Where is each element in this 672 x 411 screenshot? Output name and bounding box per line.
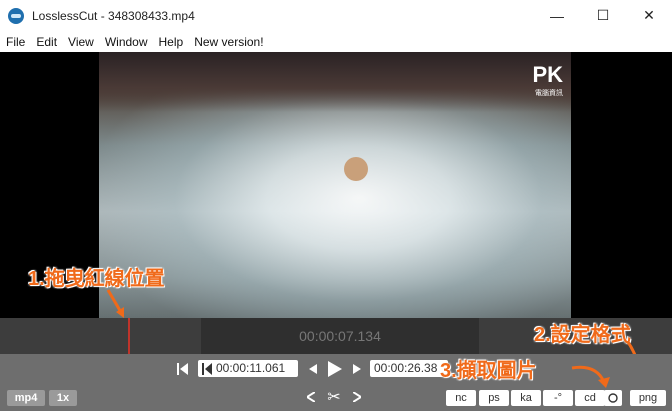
video-frame[interactable]: PK 電腦資訊 bbox=[99, 52, 571, 318]
menu-file[interactable]: File bbox=[1, 35, 30, 49]
minimize-button[interactable]: — bbox=[534, 0, 580, 31]
annotation-arrow-capture bbox=[571, 365, 610, 388]
annotation-arrow-drag bbox=[106, 289, 124, 318]
video-scene-rocks bbox=[99, 52, 571, 112]
cut-prev-icon[interactable] bbox=[306, 390, 316, 404]
annotation-format: 2.設定格式 bbox=[534, 324, 631, 346]
annotation-capture: 3.擷取圖片 bbox=[440, 360, 537, 382]
end-time-input[interactable]: 00:00:26.38 bbox=[370, 360, 448, 377]
set-start-icon[interactable] bbox=[202, 362, 212, 375]
jump-start-icon[interactable] bbox=[176, 362, 190, 376]
menu-view[interactable]: View bbox=[63, 35, 99, 49]
speed-badge[interactable]: 1x bbox=[49, 390, 77, 406]
title-bar: LosslessCut - 348308433.mp4 — ☐ ✕ bbox=[0, 0, 672, 31]
chip-cd[interactable]: cd bbox=[575, 390, 605, 406]
start-time-input[interactable]: 00:00:11.061 bbox=[198, 360, 298, 377]
segment-duration: 00:00:07.134 bbox=[299, 328, 381, 344]
chip-ka[interactable]: ka bbox=[511, 390, 541, 406]
app-icon bbox=[8, 7, 24, 24]
format-badge[interactable]: mp4 bbox=[7, 390, 45, 406]
menu-edit[interactable]: Edit bbox=[31, 35, 62, 49]
step-forward-icon[interactable] bbox=[352, 362, 362, 376]
video-scene-swimmer bbox=[344, 157, 368, 181]
scissors-icon[interactable]: ✂ bbox=[324, 388, 344, 406]
menu-help[interactable]: Help bbox=[154, 35, 189, 49]
window-controls: — ☐ ✕ bbox=[534, 0, 672, 31]
capture-frame-button[interactable] bbox=[604, 390, 622, 406]
camera-circle-icon bbox=[608, 393, 618, 403]
window-title: LosslessCut - 348308433.mp4 bbox=[32, 8, 195, 23]
menu-new-version[interactable]: New version! bbox=[189, 35, 268, 49]
play-icon[interactable] bbox=[326, 359, 344, 379]
cut-next-icon[interactable] bbox=[352, 390, 362, 404]
watermark-logo: PK bbox=[532, 62, 563, 87]
start-time-value: 00:00:11.061 bbox=[216, 361, 286, 375]
menu-window[interactable]: Window bbox=[100, 35, 153, 49]
annotation-drag: 1.拖曳紅線位置 bbox=[28, 268, 165, 290]
watermark-subtext: 電腦資訊 bbox=[535, 90, 563, 97]
chip-ps[interactable]: ps bbox=[479, 390, 509, 406]
chip-nc[interactable]: nc bbox=[446, 390, 476, 406]
menu-bar: File Edit View Window Help New version! bbox=[0, 31, 672, 53]
maximize-button[interactable]: ☐ bbox=[580, 0, 626, 31]
chip-rotation[interactable]: -° bbox=[543, 390, 573, 406]
step-back-icon[interactable] bbox=[308, 362, 318, 376]
capture-format-button[interactable]: png bbox=[630, 390, 666, 406]
playhead-cursor[interactable] bbox=[128, 318, 130, 354]
close-button[interactable]: ✕ bbox=[626, 0, 672, 31]
